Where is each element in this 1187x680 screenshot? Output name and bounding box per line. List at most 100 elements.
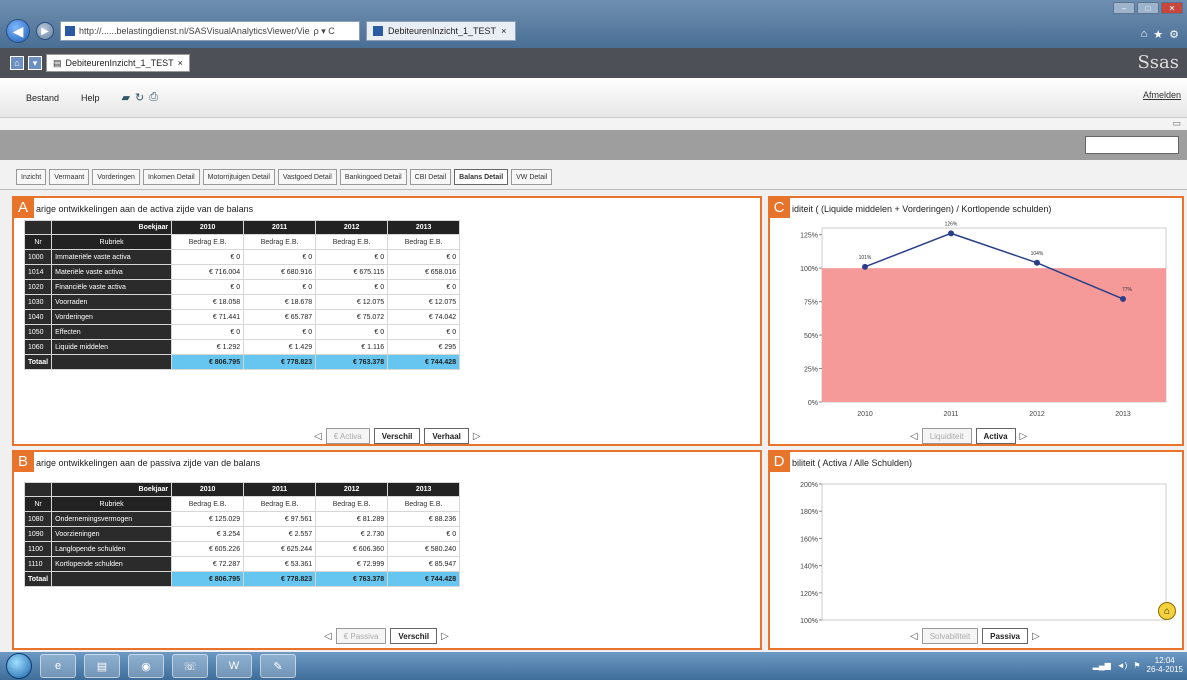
forward-icon[interactable]: ▶ (36, 22, 54, 40)
amount-header[interactable]: Bedrag E.B. (171, 496, 245, 512)
pager-button[interactable]: Liquiditeit (921, 428, 972, 444)
table-row[interactable]: 1060 Liquide middelen € 1.292 € 1.429 € 1.11… (23, 339, 461, 355)
back-icon[interactable]: ◀ (6, 19, 30, 43)
ie-taskbar-icon[interactable]: e (40, 654, 76, 678)
app-home-icon[interactable]: ⌂ (10, 56, 24, 70)
pager-next-icon[interactable]: ▷ (1032, 631, 1040, 642)
pager-prev-icon[interactable]: ◁ (314, 431, 322, 442)
report-tab[interactable]: Bankingoed Detail (339, 169, 407, 185)
app-dropdown-icon[interactable]: ▾ (28, 56, 42, 70)
year-header[interactable]: 2011 (243, 220, 317, 235)
pager-button[interactable]: € Passiva (335, 628, 387, 644)
report-tab[interactable]: Balans Detail (454, 169, 509, 185)
year-header[interactable]: 2012 (315, 482, 389, 497)
pager-button[interactable]: Activa (975, 428, 1016, 444)
table-row[interactable]: 1080 Ondernemingsvermogen € 125.029 € 97.56… (23, 511, 461, 527)
nr-header[interactable]: Nr (23, 234, 53, 250)
amount-header[interactable]: Bedrag E.B. (243, 496, 317, 512)
app-report-tab[interactable]: ▤ DebiteurenInzicht_1_TEST × (46, 54, 190, 72)
info-icon[interactable]: ⌂ (1158, 602, 1176, 620)
report-tab[interactable]: Inkomen Detail (142, 169, 200, 185)
amount-header[interactable]: Bedrag E.B. (315, 496, 389, 512)
table-row[interactable]: 1040 Vorderingen € 71.441 € 65.787 € 75.072 €… (23, 309, 461, 325)
report-tab[interactable]: Inzicht (16, 169, 47, 185)
menu-file[interactable]: Bestand (26, 93, 59, 103)
start-button[interactable] (6, 653, 32, 679)
table-row[interactable]: 1050 Effecten € 0 € 0 € 0 € 0 (23, 324, 461, 340)
year-header[interactable]: 2010 (171, 220, 245, 235)
pager-button[interactable]: Passiva (982, 628, 1028, 644)
table-row[interactable]: 1030 Voorraden € 18.058 € 18.678 € 12.075 € 1… (23, 294, 461, 310)
rubriek-header[interactable]: Rubriek (51, 234, 173, 250)
media-taskbar-icon[interactable]: ◉ (128, 654, 164, 678)
explorer-taskbar-icon[interactable]: ▤ (84, 654, 120, 678)
pager-button[interactable]: Verschil (373, 428, 421, 444)
pager-next-icon[interactable]: ▷ (441, 631, 449, 642)
pager-next-icon[interactable]: ▷ (1020, 431, 1028, 442)
table-row[interactable]: 1090 Voorzieningen € 3.254 € 2.557 € 2.730 € … (23, 526, 461, 542)
word-taskbar-icon[interactable]: W (216, 654, 252, 678)
open-icon[interactable]: ▰ (122, 91, 130, 104)
data-label: 77% (1122, 287, 1133, 293)
pager-button[interactable]: Solvabiliteit (921, 628, 979, 644)
amount-header[interactable]: Bedrag E.B. (171, 234, 245, 250)
table-row[interactable]: 1020 Financiële vaste activa € 0 € 0 € 0 € 0 (23, 279, 461, 295)
pager-button[interactable]: Verhaal (424, 428, 469, 444)
total-row[interactable]: Totaal € 806.795 € 778.823 € 763.378 € 744.4… (23, 571, 461, 587)
report-tab[interactable]: Vorderingen (92, 169, 140, 185)
tab-close-icon[interactable]: × (501, 26, 506, 36)
pager-next-icon[interactable]: ▷ (473, 431, 481, 442)
filter-input[interactable] (1085, 136, 1179, 154)
home-icon[interactable]: ⌂ (1141, 28, 1148, 41)
data-point[interactable] (1120, 295, 1126, 302)
volume-icon[interactable]: ◄) (1117, 661, 1128, 670)
flag-icon[interactable]: ⚑ (1133, 661, 1140, 670)
amount-header[interactable]: Bedrag E.B. (387, 234, 461, 250)
menu-help[interactable]: Help (81, 93, 100, 103)
rubriek-header[interactable]: Rubriek (51, 496, 173, 512)
year-header[interactable]: 2012 (315, 220, 389, 235)
settings-icon[interactable]: ⚙ (1169, 28, 1179, 41)
refresh-icon[interactable]: ↻ (135, 91, 144, 104)
close-icon[interactable]: ✕ (1161, 2, 1183, 14)
pager-prev-icon[interactable]: ◁ (910, 431, 918, 442)
network-icon[interactable]: ▂▄▆ (1093, 661, 1111, 670)
amount-header[interactable]: Bedrag E.B. (387, 496, 461, 512)
data-point[interactable] (862, 263, 868, 270)
table-row[interactable]: 1014 Materiële vaste activa € 716.004 € 680… (23, 264, 461, 280)
report-tab[interactable]: VW Detail (511, 169, 553, 185)
report-tab[interactable]: Vermaant (49, 169, 90, 185)
data-point[interactable] (1034, 259, 1040, 266)
year-header[interactable]: 2011 (243, 482, 317, 497)
report-tab[interactable]: Vastgoed Detail (277, 169, 337, 185)
pager-prev-icon[interactable]: ◁ (324, 631, 332, 642)
paint-taskbar-icon[interactable]: ✎ (260, 654, 296, 678)
address-bar[interactable]: http://......belastingdienst.nl/SASVisua… (60, 21, 360, 41)
sip-taskbar-icon[interactable]: ☏ (172, 654, 208, 678)
pager-button[interactable]: Verschil (390, 628, 438, 644)
collapse-icon[interactable]: ▭ (1172, 118, 1181, 129)
logout-link[interactable]: Afmelden (1143, 90, 1181, 100)
clock[interactable]: 12:04 26-4-2015 (1147, 656, 1183, 674)
table-row[interactable]: 1110 Kortlopende schulden € 72.287 € 53.361… (23, 556, 461, 572)
year-header[interactable]: 2013 (387, 482, 461, 497)
minimize-icon[interactable]: – (1113, 2, 1135, 14)
year-header[interactable]: 2010 (171, 482, 245, 497)
print-icon[interactable]: ⎙ (149, 91, 158, 104)
table-row[interactable]: 1100 Langlopende schulden € 605.226 € 625.2… (23, 541, 461, 557)
pager-button[interactable]: € Activa (325, 428, 370, 444)
year-header[interactable]: 2013 (387, 220, 461, 235)
maximize-icon[interactable]: □ (1137, 2, 1159, 14)
favorites-icon[interactable]: ★ (1153, 28, 1163, 41)
report-tab[interactable]: CBI Detail (409, 169, 452, 185)
pager-prev-icon[interactable]: ◁ (910, 631, 918, 642)
app-tab-close-icon[interactable]: × (178, 58, 183, 68)
nr-header[interactable]: Nr (23, 496, 53, 512)
browser-tab[interactable]: DebiteurenInzicht_1_TEST × (366, 21, 516, 41)
amount-header[interactable]: Bedrag E.B. (315, 234, 389, 250)
total-row[interactable]: Totaal € 806.795 € 778.823 € 763.378 € 744.4… (23, 354, 461, 370)
data-point[interactable] (948, 230, 954, 237)
report-tab[interactable]: Motorrijtuigen Detail (202, 169, 275, 185)
amount-header[interactable]: Bedrag E.B. (243, 234, 317, 250)
table-row[interactable]: 1000 Immateriële vaste activa € 0 € 0 € 0 € 0 (23, 249, 461, 265)
